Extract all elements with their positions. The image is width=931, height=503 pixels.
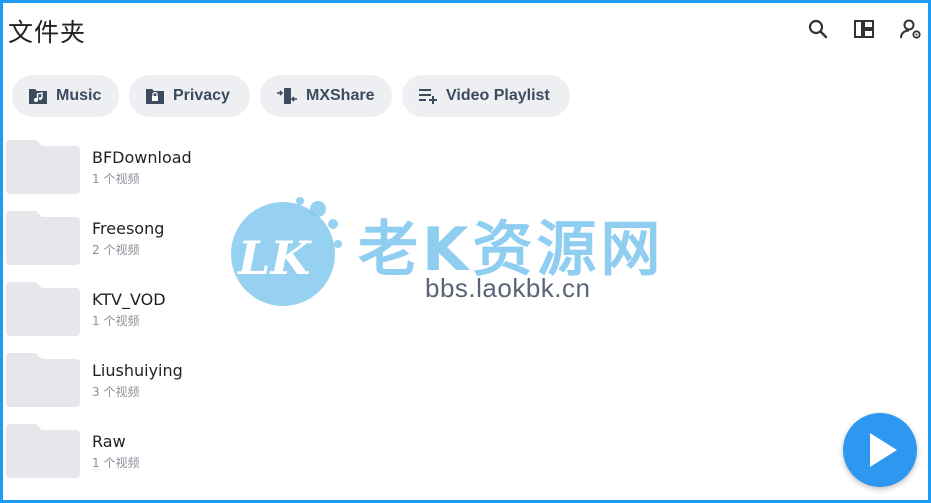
chip-label: MXShare: [306, 87, 375, 104]
folder-icon: [6, 211, 80, 265]
folder-video-count: 2 个视频: [92, 243, 140, 257]
folder-name: KTV_VOD: [92, 290, 166, 309]
search-icon[interactable]: [806, 17, 830, 41]
folder-row[interactable]: Liushuiying 3 个视频: [3, 353, 928, 424]
app-window: 文件夹 Music Privacy MXShare Video Playlist…: [0, 0, 931, 503]
folder-video-count: 1 个视频: [92, 314, 140, 328]
chip-music[interactable]: Music: [12, 75, 119, 117]
playlist-add-icon: [419, 89, 437, 104]
chip-video-playlist[interactable]: Video Playlist: [402, 75, 570, 117]
account-settings-icon[interactable]: [899, 17, 923, 41]
music-folder-icon: [29, 89, 47, 104]
watermark-url: bbs.laokbk.cn: [425, 273, 591, 303]
folder-video-count: 3 个视频: [92, 385, 140, 399]
chip-privacy[interactable]: Privacy: [129, 75, 250, 117]
chip-label: Privacy: [173, 87, 230, 104]
watermark-logo-text: LK: [236, 231, 312, 285]
folder-icon: [6, 282, 80, 336]
folder-icon: [6, 424, 80, 478]
folder-name: BFDownload: [92, 148, 192, 167]
folder-row[interactable]: Raw 1 个视频: [3, 424, 928, 495]
folder-name: Raw: [92, 432, 126, 451]
folder-icon: [6, 140, 80, 194]
page-title: 文件夹: [8, 18, 87, 47]
top-bar: 文件夹: [3, 3, 928, 61]
chip-label: Music: [56, 87, 102, 104]
folder-name: Liushuiying: [92, 361, 183, 380]
share-transfer-icon: [277, 88, 297, 104]
chip-mxshare[interactable]: MXShare: [260, 75, 392, 117]
watermark-logo-icon: LK: [231, 197, 342, 306]
layout-icon[interactable]: [852, 17, 876, 41]
lock-folder-icon: [146, 89, 164, 104]
chip-label: Video Playlist: [446, 87, 550, 104]
folder-video-count: 1 个视频: [92, 456, 140, 470]
play-icon: [870, 433, 897, 467]
folder-name: Freesong: [92, 219, 165, 238]
folder-video-count: 1 个视频: [92, 172, 140, 186]
folder-icon: [6, 353, 80, 407]
watermark: LK 老K资源网 bbs.laokbk.cn: [228, 189, 718, 319]
play-fab-button[interactable]: [843, 413, 917, 487]
